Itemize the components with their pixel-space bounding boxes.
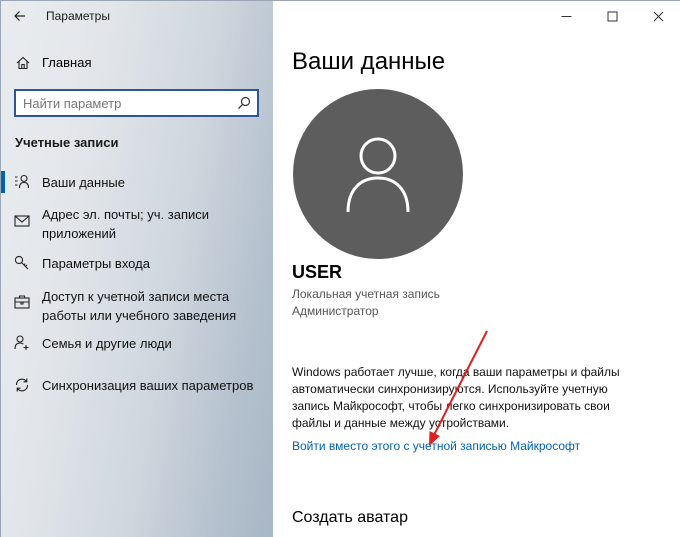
user-avatar-icon bbox=[346, 137, 410, 213]
sidebar-item-label: Доступ к учетной записи места работы или… bbox=[42, 289, 237, 323]
maximize-button[interactable] bbox=[589, 1, 635, 31]
sidebar-item-family[interactable]: Семья и другие люди bbox=[1, 334, 273, 356]
sidebar-item-label: Синхронизация ваших параметров bbox=[42, 378, 254, 393]
selection-indicator bbox=[1, 171, 5, 193]
sidebar-item-work-access[interactable]: Доступ к учетной записи места работы или… bbox=[1, 287, 273, 327]
sync-icon bbox=[15, 378, 29, 392]
back-arrow-icon bbox=[14, 11, 25, 21]
home-icon bbox=[16, 56, 30, 70]
close-icon bbox=[653, 11, 663, 21]
avatar bbox=[293, 89, 463, 259]
settings-window: Параметры Главная Учетные записи Ва bbox=[0, 0, 680, 537]
sidebar: Параметры Главная Учетные записи Ва bbox=[1, 1, 273, 537]
sidebar-item-label: Адрес эл. почты; уч. записи приложений bbox=[42, 207, 210, 241]
close-button[interactable] bbox=[635, 1, 680, 31]
user-name: USER bbox=[292, 262, 343, 282]
account-type: Локальная учетная запись bbox=[292, 287, 440, 301]
main-content: Ваши данные USER Локальная учетная запис… bbox=[273, 1, 680, 537]
search-input[interactable] bbox=[16, 91, 226, 115]
sync-info-text: Windows работает лучше, когда ваши парам… bbox=[292, 365, 620, 430]
sidebar-item-sign-in-options[interactable]: Параметры входа bbox=[1, 253, 273, 275]
sidebar-item-home[interactable]: Главная bbox=[1, 51, 273, 75]
account-role: Администратор bbox=[292, 304, 379, 318]
person-add-icon bbox=[14, 335, 29, 350]
sidebar-item-your-info[interactable]: Ваши данные bbox=[1, 171, 273, 193]
titlebar-left: Параметры bbox=[1, 1, 273, 31]
page-title: Ваши данные bbox=[292, 48, 446, 75]
app-title: Параметры bbox=[46, 9, 110, 23]
minimize-button[interactable] bbox=[543, 1, 589, 31]
sidebar-item-label: Ваши данные bbox=[42, 175, 125, 190]
sidebar-item-email-accounts[interactable]: Адрес эл. почты; уч. записи приложений bbox=[1, 205, 273, 245]
create-avatar-heading: Создать аватар bbox=[292, 509, 408, 526]
sidebar-item-home-label: Главная bbox=[42, 55, 92, 70]
window-controls bbox=[543, 1, 680, 31]
search-box[interactable] bbox=[14, 89, 259, 117]
user-list-icon bbox=[15, 174, 30, 189]
sidebar-item-label: Параметры входа bbox=[42, 256, 150, 271]
maximize-icon bbox=[607, 11, 617, 21]
briefcase-icon bbox=[14, 295, 30, 309]
search-icon[interactable] bbox=[237, 96, 251, 110]
minimize-icon bbox=[561, 15, 571, 17]
key-icon bbox=[14, 255, 29, 270]
section-title: Учетные записи bbox=[15, 135, 119, 150]
sidebar-item-sync[interactable]: Синхронизация ваших параметров bbox=[1, 375, 273, 397]
microsoft-account-link[interactable]: Войти вместо этого с учетной записью Май… bbox=[292, 439, 580, 453]
sidebar-item-label: Семья и другие люди bbox=[42, 336, 172, 351]
mail-icon bbox=[14, 215, 30, 227]
back-button[interactable] bbox=[9, 5, 31, 27]
